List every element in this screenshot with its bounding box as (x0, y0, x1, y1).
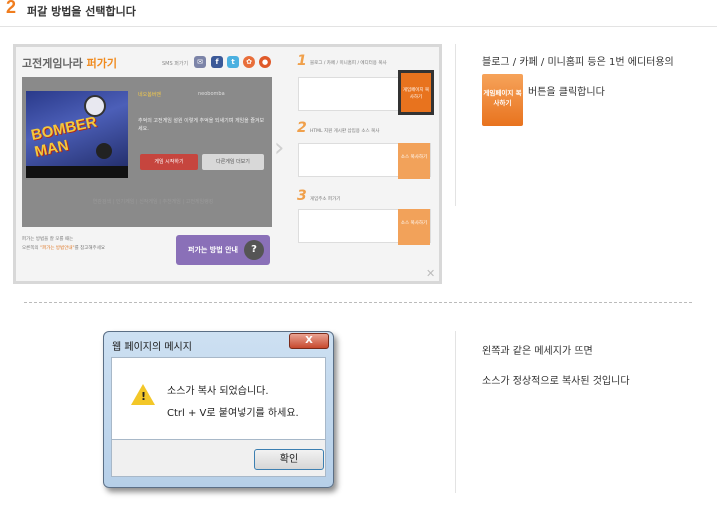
result-line-2: 소스가 정상적으로 복사된 것입니다 (482, 376, 630, 387)
game-links[interactable]: 연관검색 | 인기게임 | 신작게임 | 추천게임 | 고전게임랭킹 (58, 198, 248, 205)
step-3-label: 게임주소 퍼가기 (310, 197, 341, 202)
chevron-right-icon: › (274, 133, 285, 163)
dialog-message-2: Ctrl + V로 붙여넣기를 하세요. (167, 408, 299, 419)
copy-game-page-button-sample: 게임페이지 복사하기 (482, 74, 523, 126)
share-widget-screenshot: 고전게임나라 퍼가기 SMS 퍼가기 ✉ f t ✿ ● BOMBER MAN … (13, 44, 442, 284)
game-thumbnail: BOMBER MAN (26, 91, 128, 178)
close-icon[interactable]: ✕ (426, 267, 435, 280)
dialog-footer: 확인 (111, 440, 326, 477)
header-divider (0, 26, 717, 27)
warning-exclamation: ! (141, 390, 147, 403)
how-to-share-button[interactable]: 퍼가는 방법 안내 ? (176, 235, 270, 265)
result-line-1: 왼쪽과 같은 메세지가 뜨면 (482, 346, 593, 357)
start-game-button[interactable]: 게임 시작하기 (140, 154, 198, 170)
game-name-en: neobomba (198, 91, 225, 97)
step-2-label: HTML 지원 게시판 삽입용 소스 복사 (310, 129, 380, 134)
instruction-line-2: 버튼을 클릭합니다 (528, 87, 605, 98)
dialog-message-1: 소스가 복사 되었습니다. (167, 386, 269, 397)
column-divider-bottom (455, 331, 456, 493)
widget-title: 고전게임나라 퍼가기 (22, 55, 117, 71)
copy-address-button[interactable]: 소스 복사하기 (398, 209, 430, 245)
help-note-line1: 퍼가는 방법을 잘 모를 때는 (22, 237, 74, 242)
ok-button[interactable]: 확인 (254, 449, 324, 470)
how-to-share-label: 퍼가는 방법 안내 (188, 246, 238, 254)
instruction-line-1: 블로그 / 카페 / 미니홈피 등은 1번 에디터용의 (482, 57, 674, 68)
copy-game-page-button[interactable]: 게임페이지 복사하기 (398, 70, 434, 115)
copy-source-button[interactable]: 소스 복사하기 (398, 143, 430, 179)
step-1-number: 1 (297, 53, 307, 69)
twitter-icon[interactable]: t (227, 56, 239, 68)
widget-title-highlight: 퍼가기 (86, 57, 117, 70)
step-1-label: 블로그 / 카페 / 미니홈피 / 에디터용 복사 (310, 61, 387, 66)
section-divider (24, 302, 692, 303)
facebook-icon[interactable]: f (211, 56, 223, 68)
yozm-icon[interactable]: ● (259, 56, 271, 68)
game-description: 추억의 고전게임 설원 이렇게 추억을 되새기며 게임을 즐겨보세요. (138, 118, 265, 132)
dialog-title: 웹 페이지의 메시지 (112, 342, 192, 353)
game-name: 네오봄버맨 (138, 92, 162, 98)
message-dialog: 웹 페이지의 메시지 X ! 소스가 복사 되었습니다. Ctrl + V로 붙… (103, 331, 334, 488)
step-number: 2 (6, 0, 17, 17)
dialog-close-button[interactable]: X (289, 333, 329, 349)
question-icon: ? (244, 240, 264, 260)
game-preview: BOMBER MAN 네오봄버맨 neobomba 추억의 고전게임 설원 이렇… (22, 77, 272, 227)
game-status-strip (26, 166, 128, 178)
chat-icon[interactable]: ✉ (194, 56, 206, 68)
dialog-body: ! 소스가 복사 되었습니다. Ctrl + V로 붙여넣기를 하세요. (111, 357, 326, 440)
me2day-icon[interactable]: ✿ (243, 56, 255, 68)
step-3-number: 3 (297, 188, 307, 204)
step-2-number: 2 (297, 120, 307, 136)
more-games-button[interactable]: 다른게임 더보기 (202, 154, 264, 170)
column-divider-top (455, 44, 456, 206)
sms-share-label: SMS 퍼가기 (162, 61, 189, 67)
page-title: 퍼갈 방법을 선택합니다 (27, 5, 136, 18)
help-note: 퍼가는 방법을 잘 모를 때는 오른쪽의 "퍼가는 방법안내"를 참고해주세요 (22, 235, 172, 253)
widget-title-main: 고전게임나라 (22, 57, 83, 70)
page: 2 퍼갈 방법을 선택합니다 고전게임나라 퍼가기 SMS 퍼가기 ✉ f t … (0, 0, 717, 527)
game-logo: BOMBER MAN (29, 113, 99, 161)
help-note-line2: 오른쪽의 "퍼가는 방법안내"를 참고해주세요 (22, 246, 105, 251)
